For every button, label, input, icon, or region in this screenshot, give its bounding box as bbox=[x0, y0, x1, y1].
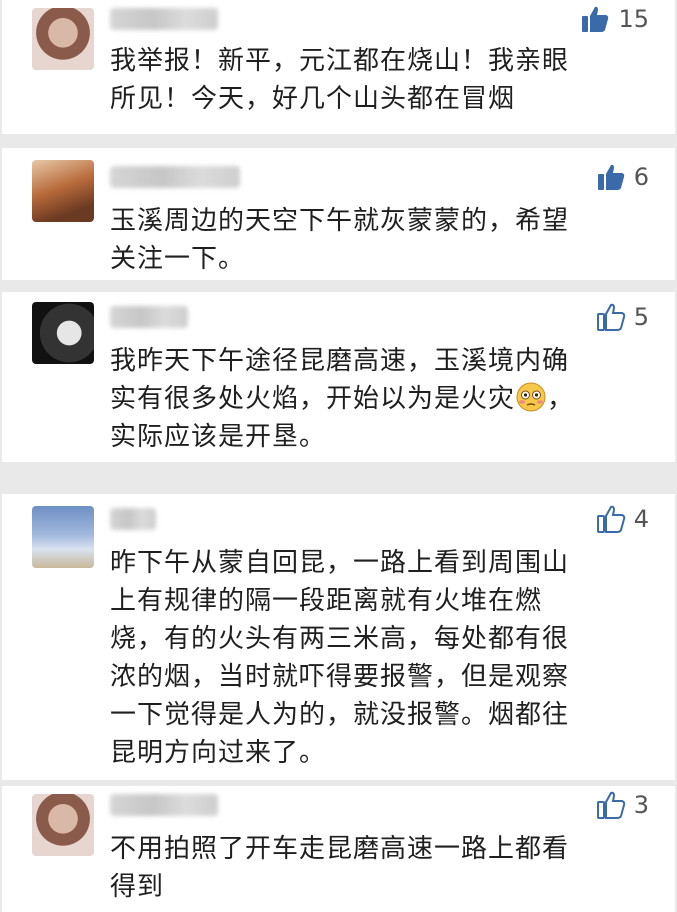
comment-text: 玉溪周边的天空下午就灰蒙蒙的，希望 关注一下。 bbox=[110, 206, 570, 274]
thumbs-up-filled-icon bbox=[597, 164, 624, 190]
thumbs-up-outline-icon bbox=[596, 303, 625, 331]
comment-card: 5 我昨天下午途径昆磨高速，玉溪境内确 实有很多处火焰，开始以为是火灾 ， 实际… bbox=[2, 292, 675, 462]
like-count: 6 bbox=[633, 163, 649, 191]
avatar[interactable] bbox=[32, 794, 94, 856]
comment-text: 昨下午从蒙自回昆，一路上看到周围山 上有规律的隔一段距离就有火堆在燃 烧，有的火… bbox=[110, 548, 570, 768]
comment-text: 我举报！新平，元江都在烧山！我亲眼 所见！今天，好几个山头都在冒烟 bbox=[110, 46, 570, 114]
like-button[interactable]: 15 bbox=[580, 4, 649, 34]
avatar[interactable] bbox=[32, 8, 94, 70]
like-count: 15 bbox=[618, 5, 649, 33]
flushed-face-emoji-icon bbox=[516, 382, 546, 412]
like-button[interactable]: 5 bbox=[596, 302, 649, 332]
like-button[interactable]: 6 bbox=[596, 162, 649, 192]
comment-text: 不用拍照了开车走昆磨高速一路上都看 得到 bbox=[110, 834, 570, 902]
like-count: 3 bbox=[633, 791, 649, 819]
comment-card: 15 我举报！新平，元江都在烧山！我亲眼 所见！今天，好几个山头都在冒烟 bbox=[2, 0, 675, 134]
commenter-name-blurred[interactable] bbox=[110, 794, 218, 816]
comment-text: 我昨天下午途径昆磨高速，玉溪境内确 实有很多处火焰，开始以为是火灾 ， 实际应该… bbox=[110, 342, 650, 456]
avatar[interactable] bbox=[32, 506, 94, 568]
commenter-name-blurred[interactable] bbox=[110, 508, 156, 530]
avatar[interactable] bbox=[32, 160, 94, 222]
commenter-name-blurred[interactable] bbox=[110, 166, 240, 188]
commenter-name-blurred[interactable] bbox=[110, 8, 218, 30]
comment-card: 3 不用拍照了开车走昆磨高速一路上都看 得到 bbox=[2, 786, 675, 912]
like-count: 5 bbox=[633, 303, 649, 331]
comment-text-part: 我昨天下午途径昆磨高速，玉溪境内确 实有很多处火焰，开始以为是火灾 bbox=[110, 346, 570, 414]
like-count: 4 bbox=[633, 505, 649, 533]
avatar[interactable] bbox=[32, 302, 94, 364]
comment-card: 6 玉溪周边的天空下午就灰蒙蒙的，希望 关注一下。 bbox=[2, 148, 675, 280]
thumbs-up-filled-icon bbox=[582, 6, 609, 33]
like-button[interactable]: 3 bbox=[596, 790, 649, 820]
thumbs-up-outline-icon bbox=[596, 791, 625, 819]
like-button[interactable]: 4 bbox=[596, 504, 649, 534]
commenter-name-blurred[interactable] bbox=[110, 306, 188, 328]
thumbs-up-outline-icon bbox=[596, 505, 625, 533]
comment-card: 4 昨下午从蒙自回昆，一路上看到周围山 上有规律的隔一段距离就有火堆在燃 烧，有… bbox=[2, 494, 675, 780]
